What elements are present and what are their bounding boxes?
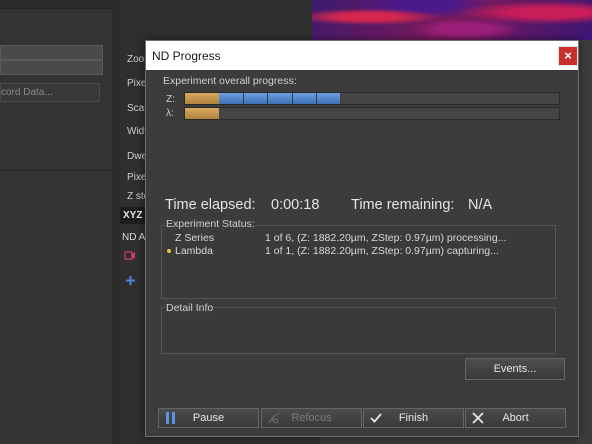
status-row-name: Lambda: [175, 245, 213, 257]
status-row-detail: 1 of 6, (Z: 1882.20µm, ZStep: 0.97µm) pr…: [265, 232, 507, 244]
lambda-progress-bar: [184, 107, 560, 120]
left-field-1[interactable]: [0, 45, 103, 60]
camera-icon[interactable]: [124, 250, 136, 261]
finish-label: Finish: [398, 412, 429, 424]
pause-label: Pause: [192, 412, 225, 424]
left-panel-divider: [0, 170, 112, 171]
active-indicator-icon: [167, 249, 171, 253]
z-progress-bar: [184, 92, 560, 105]
microscope-image-preview: [312, 0, 592, 42]
completed-segment: [185, 93, 219, 104]
right-panel: [577, 40, 592, 444]
refocus-button[interactable]: Refocus: [261, 408, 362, 428]
close-button[interactable]: ×: [558, 46, 578, 66]
experiment-status-title: Experiment Status:: [165, 218, 256, 230]
finish-button[interactable]: Finish: [363, 408, 464, 428]
segment-divider: [267, 93, 268, 104]
panel-splitter[interactable]: [112, 0, 120, 444]
status-row-name: Z Series: [175, 232, 215, 244]
segment-divider: [292, 93, 293, 104]
dialog-titlebar[interactable]: ND Progress ×: [146, 41, 578, 70]
refocus-label: Refocus: [291, 412, 332, 424]
z-axis-label: Z:: [166, 94, 175, 105]
dialog-title: ND Progress: [152, 49, 221, 63]
segment-divider: [316, 93, 317, 104]
pause-button[interactable]: Pause: [158, 408, 259, 428]
time-elapsed-value: 0:00:18: [271, 197, 320, 213]
xyz-header-label: XYZ: [123, 210, 143, 221]
record-data-button[interactable]: cord Data...: [0, 83, 100, 102]
detail-info-title: Detail Info: [165, 302, 215, 314]
plus-icon[interactable]: [126, 276, 135, 285]
detail-info-box: [161, 307, 556, 354]
left-panel: cord Data...: [0, 0, 112, 444]
left-panel-header: [0, 0, 112, 9]
abort-button[interactable]: Abort: [465, 408, 566, 428]
time-elapsed-label: Time elapsed:: [165, 197, 256, 213]
overall-progress-label: Experiment overall progress:: [163, 75, 297, 87]
left-field-2[interactable]: [0, 60, 103, 75]
nd-progress-dialog: ND Progress × Experiment overall progres…: [145, 40, 579, 437]
time-remaining-value: N/A: [468, 197, 493, 213]
completed-segment: [185, 108, 219, 119]
lambda-axis-label: λ:: [166, 108, 174, 119]
segment-divider: [243, 93, 244, 104]
active-segment: [219, 93, 340, 104]
setting-label: Widt: [127, 126, 147, 137]
status-row-detail: 1 of 1, (Z: 1882.20µm, ZStep: 0.97µm) ca…: [265, 245, 499, 257]
close-icon: ×: [564, 48, 572, 63]
time-remaining-label: Time remaining:: [351, 197, 455, 213]
events-button[interactable]: Events...: [465, 358, 565, 380]
abort-label: Abort: [502, 412, 529, 424]
